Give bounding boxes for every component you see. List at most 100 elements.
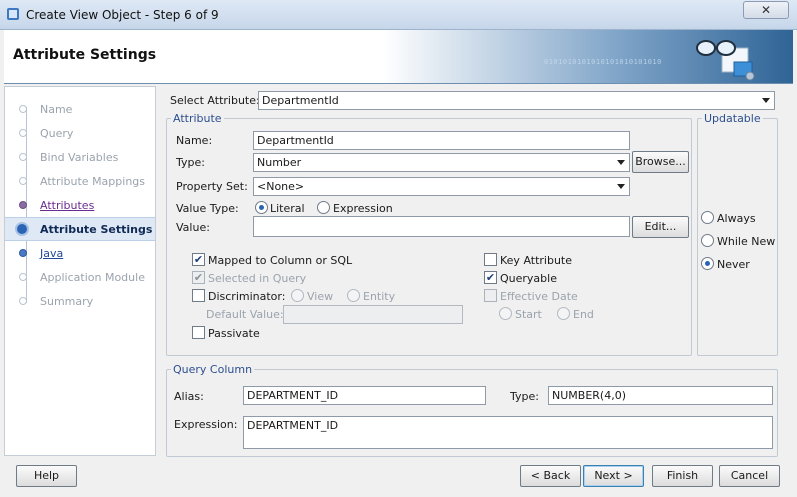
- back-button[interactable]: < Back: [520, 465, 581, 487]
- view-radio[interactable]: [291, 289, 304, 302]
- header-binary-decoration: 0101010101010101010101010: [544, 58, 662, 66]
- chevron-down-icon: [617, 160, 625, 165]
- type-label: Type:: [176, 156, 205, 169]
- queryable-label: Queryable: [500, 272, 557, 285]
- property-set-dropdown[interactable]: <None>: [253, 177, 630, 196]
- app-icon: [7, 8, 19, 20]
- help-button[interactable]: Help: [16, 465, 77, 487]
- step-application-module: Application Module: [5, 266, 155, 288]
- step-label: Name: [40, 103, 73, 116]
- expression-field-label: Expression:: [174, 418, 238, 431]
- close-window-button[interactable]: ✕: [743, 1, 789, 19]
- step-java[interactable]: Java: [5, 242, 155, 264]
- step-marker: [19, 297, 27, 305]
- step-marker: [19, 105, 27, 113]
- key-attribute-label: Key Attribute: [500, 254, 573, 267]
- step-query: Query: [5, 122, 155, 144]
- default-value-label: Default Value:: [206, 308, 284, 321]
- updatable-group-title: Updatable: [702, 112, 763, 125]
- value-label: Value:: [176, 221, 210, 234]
- browse-button[interactable]: Browse...: [632, 151, 689, 173]
- edit-button[interactable]: Edit...: [632, 216, 689, 238]
- query-column-group-title: Query Column: [171, 363, 255, 376]
- value-type-label: Value Type:: [176, 202, 239, 215]
- step-attribute-mappings: Attribute Mappings: [5, 170, 155, 192]
- finish-button[interactable]: Finish: [652, 465, 713, 487]
- step-label: Application Module: [40, 271, 145, 284]
- select-attribute-value: DepartmentId: [262, 94, 339, 107]
- step-marker: [19, 153, 27, 161]
- step-label: Attribute Mappings: [40, 175, 146, 188]
- while-new-radio[interactable]: [701, 234, 714, 247]
- property-set-value: <None>: [257, 180, 305, 193]
- step-marker: [19, 201, 27, 209]
- discriminator-checkbox[interactable]: [192, 289, 205, 302]
- passivate-checkbox[interactable]: [192, 326, 205, 339]
- step-label: Attribute Settings: [40, 223, 153, 236]
- queryable-checkbox[interactable]: ✔: [484, 271, 497, 284]
- mapped-to-column-checkbox[interactable]: ✔: [192, 253, 205, 266]
- cancel-button[interactable]: Cancel: [719, 465, 780, 487]
- default-value-field[interactable]: [283, 305, 463, 324]
- type-dropdown[interactable]: Number: [253, 153, 630, 172]
- window-title-bar: Create View Object - Step 6 of 9 ✕: [0, 0, 797, 30]
- entity-radio[interactable]: [347, 289, 360, 302]
- alias-field[interactable]: DEPARTMENT_ID: [243, 386, 486, 405]
- step-attribute-settings: Attribute Settings: [5, 217, 155, 241]
- select-attribute-dropdown[interactable]: DepartmentId: [258, 91, 775, 110]
- value-field[interactable]: [253, 216, 630, 237]
- query-type-label: Type:: [510, 390, 539, 403]
- step-bind-variables: Bind Variables: [5, 146, 155, 168]
- step-label: Bind Variables: [40, 151, 119, 164]
- page-title: Attribute Settings: [13, 47, 157, 63]
- name-field[interactable]: DepartmentId: [253, 131, 630, 150]
- step-label: Java: [40, 247, 64, 260]
- expression-textarea[interactable]: DEPARTMENT_ID: [243, 416, 773, 449]
- select-attribute-label: Select Attribute:: [170, 94, 260, 107]
- wizard-glasses-icon: [696, 40, 755, 81]
- effective-date-label: Effective Date: [500, 290, 578, 303]
- never-label: Never: [717, 258, 750, 271]
- mapped-to-column-label: Mapped to Column or SQL: [208, 254, 353, 267]
- expression-textarea-value: DEPARTMENT_ID: [247, 419, 339, 432]
- discriminator-label: Discriminator:: [208, 290, 286, 303]
- selected-in-query-label: Selected in Query: [208, 272, 307, 285]
- chevron-down-icon: [762, 98, 770, 103]
- alias-label: Alias:: [174, 390, 204, 403]
- name-label: Name:: [176, 134, 213, 147]
- query-type-field[interactable]: NUMBER(4,0): [548, 386, 773, 405]
- step-marker: [19, 177, 27, 185]
- literal-radio[interactable]: [255, 201, 268, 214]
- while-new-label: While New: [717, 235, 776, 248]
- step-marker: [19, 129, 27, 137]
- always-label: Always: [717, 212, 756, 225]
- step-marker: [19, 249, 27, 257]
- key-attribute-checkbox[interactable]: [484, 253, 497, 266]
- alias-field-value: DEPARTMENT_ID: [247, 389, 339, 402]
- selected-in-query-checkbox[interactable]: ✔: [192, 271, 205, 284]
- step-label: Summary: [40, 295, 94, 308]
- step-attributes[interactable]: Attributes: [5, 194, 155, 216]
- wizard-step-navigation: Name Query Bind Variables Attribute Mapp…: [4, 86, 156, 456]
- literal-label: Literal: [270, 202, 305, 215]
- step-marker: [19, 273, 27, 281]
- end-label: End: [573, 308, 594, 321]
- step-summary: Summary: [5, 290, 155, 312]
- name-field-value: DepartmentId: [257, 134, 334, 147]
- step-label: Query: [40, 127, 74, 140]
- next-button[interactable]: Next >: [583, 465, 644, 487]
- property-set-label: Property Set:: [176, 180, 248, 193]
- always-radio[interactable]: [701, 211, 714, 224]
- passivate-label: Passivate: [208, 327, 260, 340]
- wizard-header: Attribute Settings 010101010101010101010…: [4, 30, 793, 84]
- expression-radio[interactable]: [317, 201, 330, 214]
- expression-label: Expression: [333, 202, 393, 215]
- window-title: Create View Object - Step 6 of 9: [26, 8, 219, 22]
- end-radio[interactable]: [557, 307, 570, 320]
- never-radio[interactable]: [701, 257, 714, 270]
- type-value: Number: [257, 156, 302, 169]
- step-label: Attributes: [40, 199, 95, 212]
- step-name: Name: [5, 98, 155, 120]
- start-radio[interactable]: [499, 307, 512, 320]
- effective-date-checkbox[interactable]: [484, 289, 497, 302]
